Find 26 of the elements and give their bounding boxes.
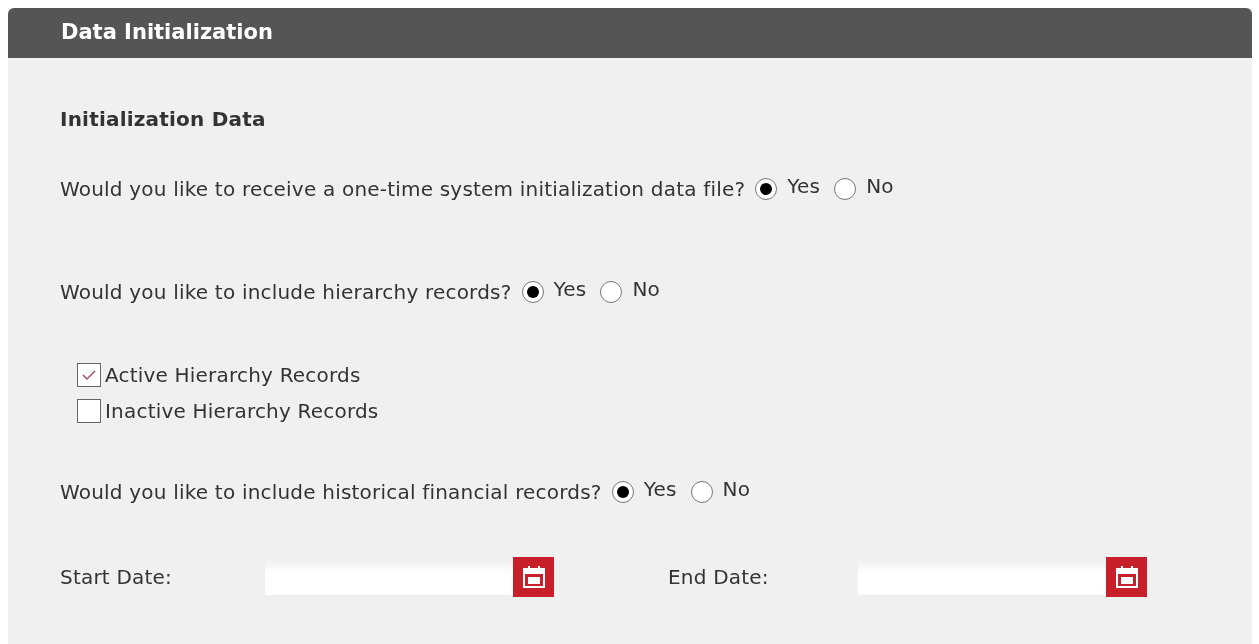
radio-button[interactable] (834, 178, 857, 200)
option-label: Yes (643, 476, 677, 503)
checkbox[interactable] (77, 363, 101, 387)
question-text: Would you like to include hierarchy records? (60, 279, 512, 306)
panel-title: Data Initialization (8, 8, 1252, 58)
option-label: Yes (553, 276, 587, 303)
option-label: No (632, 276, 660, 303)
question-text: Would you like to include historical financial records? (60, 479, 602, 506)
option-label: No (866, 173, 894, 200)
radio-button[interactable] (690, 481, 713, 503)
date-label: Start Date: (60, 564, 173, 591)
radio-button[interactable] (755, 178, 778, 200)
option-label: No (722, 476, 751, 503)
question-text: Would you like to receive a one-time system initialization data file? (60, 176, 746, 203)
calendar-icon[interactable] (513, 557, 554, 597)
radio-button[interactable] (600, 281, 623, 303)
check-icon (81, 369, 97, 381)
date-label: End Date: (668, 564, 770, 591)
option-label: Yes (787, 173, 821, 200)
checkbox-label: Inactive Hierarchy Records (105, 398, 379, 425)
radio-button[interactable] (521, 281, 544, 303)
checkbox[interactable] (77, 399, 101, 423)
section-title: Initialization Data (60, 106, 267, 133)
radio-button[interactable] (611, 481, 634, 503)
checkbox-label: Active Hierarchy Records (105, 362, 361, 389)
calendar-icon[interactable] (1106, 557, 1147, 597)
